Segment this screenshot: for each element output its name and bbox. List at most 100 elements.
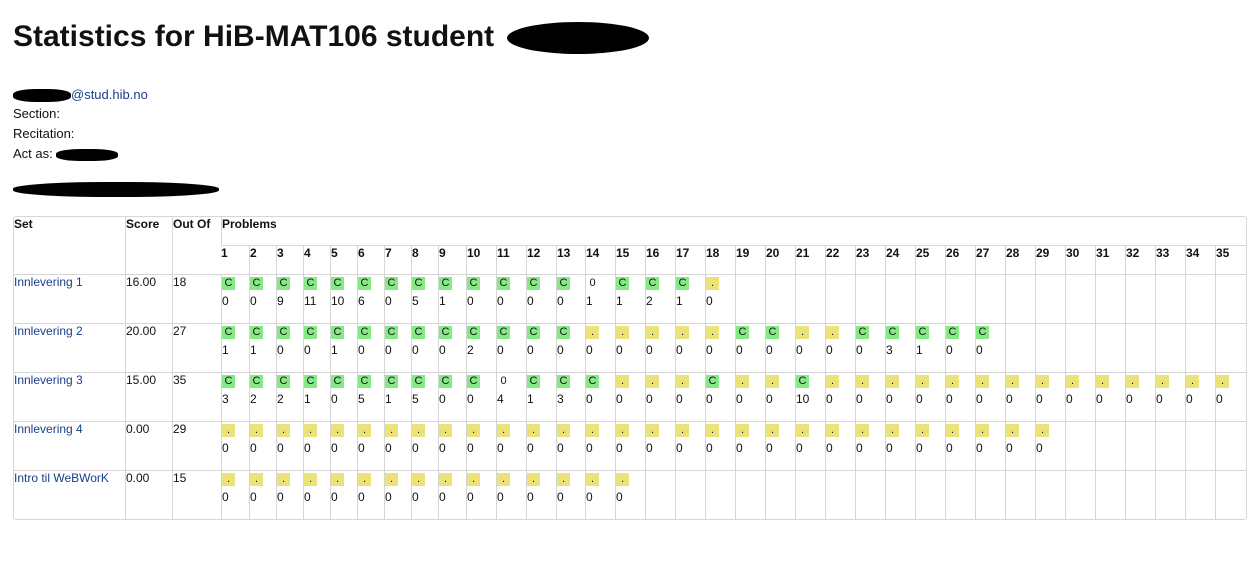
set-cell: Innlevering 3 bbox=[14, 372, 125, 421]
problem-cell bbox=[1035, 470, 1065, 519]
problem-number-header: 20 bbox=[765, 245, 795, 274]
problem-number-header: 10 bbox=[466, 245, 496, 274]
problem-cell: .0 bbox=[645, 421, 675, 470]
problem-cell bbox=[1185, 421, 1215, 470]
redacted-act-as-user bbox=[56, 148, 119, 161]
score-cell: 0.00 bbox=[125, 421, 172, 470]
problem-attempts: 0 bbox=[616, 343, 623, 357]
problem-status: C bbox=[385, 375, 398, 388]
set-link[interactable]: Innlevering 4 bbox=[14, 422, 83, 436]
problem-cell: .0 bbox=[615, 372, 645, 421]
problem-cell: .0 bbox=[885, 372, 915, 421]
problem-number-header: 27 bbox=[975, 245, 1005, 274]
problem-cell: .0 bbox=[1125, 372, 1155, 421]
problem-number-header: 16 bbox=[645, 245, 675, 274]
problem-attempts: 0 bbox=[766, 441, 773, 455]
problem-status: . bbox=[1156, 375, 1169, 388]
problem-cell bbox=[1095, 323, 1125, 372]
problem-cell: .0 bbox=[915, 372, 945, 421]
problem-cell bbox=[825, 470, 855, 519]
problem-cell: .0 bbox=[411, 470, 438, 519]
problem-cell bbox=[915, 470, 945, 519]
email-link[interactable]: @stud.hib.no bbox=[71, 87, 148, 102]
problem-cell: .0 bbox=[496, 470, 526, 519]
problem-attempts: 1 bbox=[916, 343, 923, 357]
problem-cell: .0 bbox=[765, 372, 795, 421]
problem-cell bbox=[735, 274, 765, 323]
problem-cell: C2 bbox=[645, 274, 675, 323]
problem-attempts: 0 bbox=[916, 392, 923, 406]
problem-attempts: 0 bbox=[826, 441, 833, 455]
problem-attempts: 10 bbox=[796, 392, 810, 406]
problem-status: . bbox=[304, 424, 317, 437]
problem-status: . bbox=[467, 473, 480, 486]
problem-status: C bbox=[467, 326, 480, 339]
problem-cell bbox=[795, 274, 825, 323]
problem-cell: .0 bbox=[915, 421, 945, 470]
problem-status: . bbox=[557, 473, 570, 486]
problem-attempts: 0 bbox=[222, 294, 229, 308]
problem-status: . bbox=[856, 375, 869, 388]
problem-number-header: 11 bbox=[496, 245, 526, 274]
problem-cell: .0 bbox=[825, 421, 855, 470]
problem-number-header: 23 bbox=[855, 245, 885, 274]
problem-cell: .0 bbox=[526, 470, 556, 519]
problem-status: . bbox=[856, 424, 869, 437]
set-link[interactable]: Intro til WeBWorK bbox=[14, 471, 109, 485]
problem-attempts: 3 bbox=[557, 392, 564, 406]
problem-cell: C0 bbox=[975, 323, 1005, 372]
problem-attempts: 0 bbox=[856, 343, 863, 357]
header-out-of: Out Of bbox=[172, 217, 221, 274]
problem-number-header: 28 bbox=[1005, 245, 1035, 274]
problem-attempts: 6 bbox=[358, 294, 365, 308]
problem-cell: .0 bbox=[945, 372, 975, 421]
set-link[interactable]: Innlevering 1 bbox=[14, 275, 83, 289]
problem-cell: C5 bbox=[411, 372, 438, 421]
problem-cell: .0 bbox=[855, 421, 885, 470]
problem-cell bbox=[705, 470, 735, 519]
problem-status: C bbox=[250, 326, 263, 339]
problem-cell: .0 bbox=[1035, 372, 1065, 421]
problem-cell bbox=[1155, 470, 1185, 519]
problem-attempts: 0 bbox=[586, 343, 593, 357]
problem-cell bbox=[1095, 421, 1125, 470]
problem-status: . bbox=[586, 326, 599, 339]
set-link[interactable]: Innlevering 3 bbox=[14, 373, 83, 387]
problem-cell: C5 bbox=[357, 372, 384, 421]
problem-attempts: 0 bbox=[1216, 392, 1223, 406]
problem-cell: .0 bbox=[975, 372, 1005, 421]
problem-cell: .0 bbox=[585, 421, 615, 470]
problem-attempts: 0 bbox=[277, 490, 284, 504]
problem-number-header: 18 bbox=[705, 245, 735, 274]
problem-status: . bbox=[766, 424, 779, 437]
problem-number-header: 32 bbox=[1125, 245, 1155, 274]
problem-status: . bbox=[706, 424, 719, 437]
problem-status: . bbox=[527, 424, 540, 437]
problem-number-header: 34 bbox=[1185, 245, 1215, 274]
set-row: Innlevering 3 15.00 35 C 3 C 2 C 2 C 1 C 0 C 5 C 1 C 5 C 0 C 0… bbox=[14, 372, 1246, 421]
problem-cell: .0 bbox=[705, 323, 735, 372]
problem-attempts: 1 bbox=[304, 392, 311, 406]
problem-status: C bbox=[358, 375, 371, 388]
problem-status: . bbox=[358, 473, 371, 486]
problem-status: C bbox=[385, 326, 398, 339]
set-link[interactable]: Innlevering 2 bbox=[14, 324, 83, 338]
problem-attempts: 10 bbox=[331, 294, 345, 308]
problem-cell: .0 bbox=[303, 421, 330, 470]
problem-status: C bbox=[527, 375, 540, 388]
problem-cell: .0 bbox=[1155, 372, 1185, 421]
problem-cell: C0 bbox=[496, 323, 526, 372]
problem-cell: C0 bbox=[735, 323, 765, 372]
problem-cell bbox=[1215, 323, 1246, 372]
problem-cell bbox=[675, 470, 705, 519]
problem-cell: C1 bbox=[303, 372, 330, 421]
problem-status: . bbox=[385, 473, 398, 486]
problem-status: C bbox=[616, 277, 629, 290]
problem-status: C bbox=[358, 277, 371, 290]
problem-attempts: 0 bbox=[646, 343, 653, 357]
problem-attempts: 0 bbox=[976, 343, 983, 357]
problem-cell: .0 bbox=[615, 421, 645, 470]
score-cell: 0.00 bbox=[125, 470, 172, 519]
problem-cell: C1 bbox=[915, 323, 945, 372]
problem-cell: .0 bbox=[466, 421, 496, 470]
